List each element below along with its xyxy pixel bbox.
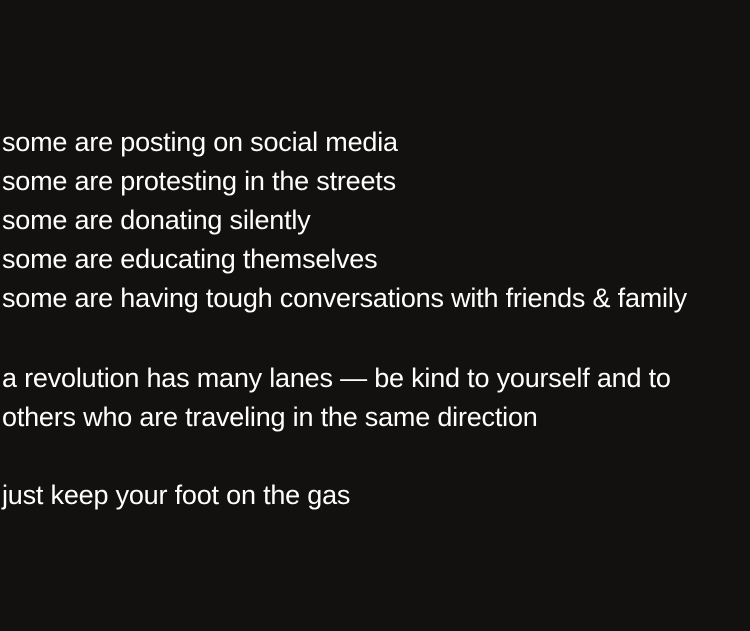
text-line-posting: some are posting on social media — [2, 127, 398, 157]
text-line-educating: some are educating themselves — [2, 244, 378, 274]
text-line-donating: some are donating silently — [2, 205, 311, 235]
text-line-protesting: some are protesting in the streets — [2, 166, 396, 196]
text-line-revolution: a revolution has many lanes — be kind to… — [2, 363, 671, 393]
text-post-image: some are posting on social media some ar… — [0, 0, 750, 631]
text-line-direction: others who are traveling in the same dir… — [2, 402, 538, 432]
text-line-conversations: some are having tough conversations with… — [2, 283, 687, 313]
text-line-gas: just keep your foot on the gas — [2, 480, 351, 510]
